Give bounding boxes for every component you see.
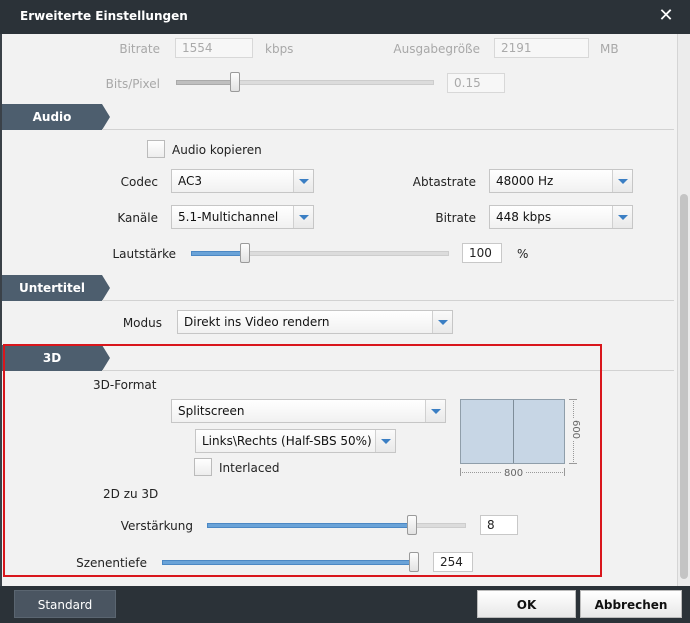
ok-button[interactable]: OK xyxy=(477,590,576,618)
cancel-button[interactable]: Abbrechen xyxy=(580,590,682,618)
volume-label: Lautstärke xyxy=(112,247,177,261)
volume-slider[interactable] xyxy=(191,243,449,263)
3d-preview xyxy=(460,399,565,464)
output-size-label: Ausgabegröße xyxy=(393,42,480,56)
chevron-down-icon[interactable] xyxy=(432,311,452,333)
channels-value: 5.1-Multichannel xyxy=(178,210,279,224)
window-title: Erweiterte Einstellungen xyxy=(20,9,188,23)
scene-depth-label: Szenentiefe xyxy=(76,556,147,570)
channels-label: Kanäle xyxy=(117,211,158,225)
strength-label: Verstärkung xyxy=(120,519,193,533)
preview-divider xyxy=(513,400,514,463)
close-icon[interactable]: ✕ xyxy=(656,6,676,26)
audio-bitrate-label: Bitrate xyxy=(435,211,476,225)
3d-section-tab: 3D xyxy=(2,345,110,371)
preview-height-dimension: 600 xyxy=(569,399,582,464)
chevron-down-icon[interactable] xyxy=(612,170,632,192)
bits-pixel-slider[interactable] xyxy=(176,72,434,92)
chevron-down-icon[interactable] xyxy=(293,206,313,228)
bits-pixel-label: Bits/Pixel xyxy=(105,77,160,91)
scene-depth-slider[interactable] xyxy=(162,552,420,572)
scene-depth-field[interactable]: 254 xyxy=(433,552,473,572)
2d-to-3d-label: 2D zu 3D xyxy=(103,487,159,501)
subtitle-section-header: Untertitel xyxy=(2,275,674,301)
volume-unit: % xyxy=(517,247,529,261)
channels-select[interactable]: 5.1-Multichannel xyxy=(171,205,314,229)
subtitle-section-tab: Untertitel xyxy=(2,275,110,301)
audio-copy-label: Audio kopieren xyxy=(172,143,262,157)
video-bitrate-label: Bitrate xyxy=(119,42,160,56)
mode-label: Modus xyxy=(122,316,162,330)
audio-section-header: Audio xyxy=(2,104,674,130)
chevron-down-icon[interactable] xyxy=(293,170,313,192)
audio-bitrate-select[interactable]: 448 kbps xyxy=(489,205,633,229)
output-size-unit: MB xyxy=(600,42,619,56)
samplerate-select[interactable]: 48000 Hz xyxy=(489,169,633,193)
slider-thumb[interactable] xyxy=(406,515,417,535)
audio-copy-checkbox[interactable] xyxy=(147,140,165,158)
footer-bar: Standard OK Abbrechen xyxy=(0,586,690,623)
volume-field[interactable]: 100 xyxy=(462,243,502,263)
audio-section-tab: Audio xyxy=(2,104,110,130)
chevron-down-icon[interactable] xyxy=(612,206,632,228)
samplerate-value: 48000 Hz xyxy=(496,174,554,188)
3d-format-value: Splitscreen xyxy=(178,404,245,418)
video-bitrate-field[interactable]: 1554 xyxy=(175,38,253,58)
3d-format-label: 3D-Format xyxy=(93,378,157,392)
preview-width-dimension: 800 xyxy=(460,468,565,480)
scrollbar[interactable] xyxy=(677,34,690,586)
slider-thumb[interactable] xyxy=(409,552,420,572)
interlaced-checkbox[interactable] xyxy=(194,458,212,476)
strength-field[interactable]: 8 xyxy=(480,515,518,535)
strength-slider[interactable] xyxy=(207,515,466,535)
bits-pixel-field[interactable]: 0.15 xyxy=(447,73,505,93)
standard-button[interactable]: Standard xyxy=(14,590,116,618)
mode-select[interactable]: Direkt ins Video rendern xyxy=(177,310,453,334)
3d-section-header: 3D xyxy=(2,345,674,371)
output-size-field[interactable]: 2191 xyxy=(494,38,589,58)
preview-width-label: 800 xyxy=(502,468,526,479)
chevron-down-icon[interactable] xyxy=(425,400,445,422)
video-bitrate-unit: kbps xyxy=(265,42,294,56)
samplerate-label: Abtastrate xyxy=(412,175,476,189)
title-bar: Erweiterte Einstellungen ✕ xyxy=(0,0,690,34)
slider-thumb[interactable] xyxy=(240,243,251,263)
mode-value: Direkt ins Video rendern xyxy=(184,315,330,329)
3d-layout-value: Links\Rechts (Half-SBS 50%) xyxy=(202,434,372,448)
audio-bitrate-value: 448 kbps xyxy=(496,210,552,224)
interlaced-label: Interlaced xyxy=(219,461,280,475)
preview-height-label: 600 xyxy=(570,417,582,442)
scrollbar-thumb[interactable] xyxy=(680,194,688,579)
chevron-down-icon[interactable] xyxy=(375,430,395,452)
codec-value: AC3 xyxy=(178,174,203,188)
codec-label: Codec xyxy=(120,175,158,189)
codec-select[interactable]: AC3 xyxy=(171,169,314,193)
3d-format-select[interactable]: Splitscreen xyxy=(171,399,446,423)
settings-panel: Bitrate 1554 kbps Ausgabegröße 2191 MB B… xyxy=(0,34,690,586)
3d-layout-select[interactable]: Links\Rechts (Half-SBS 50%) xyxy=(195,429,396,453)
slider-thumb[interactable] xyxy=(230,72,241,92)
